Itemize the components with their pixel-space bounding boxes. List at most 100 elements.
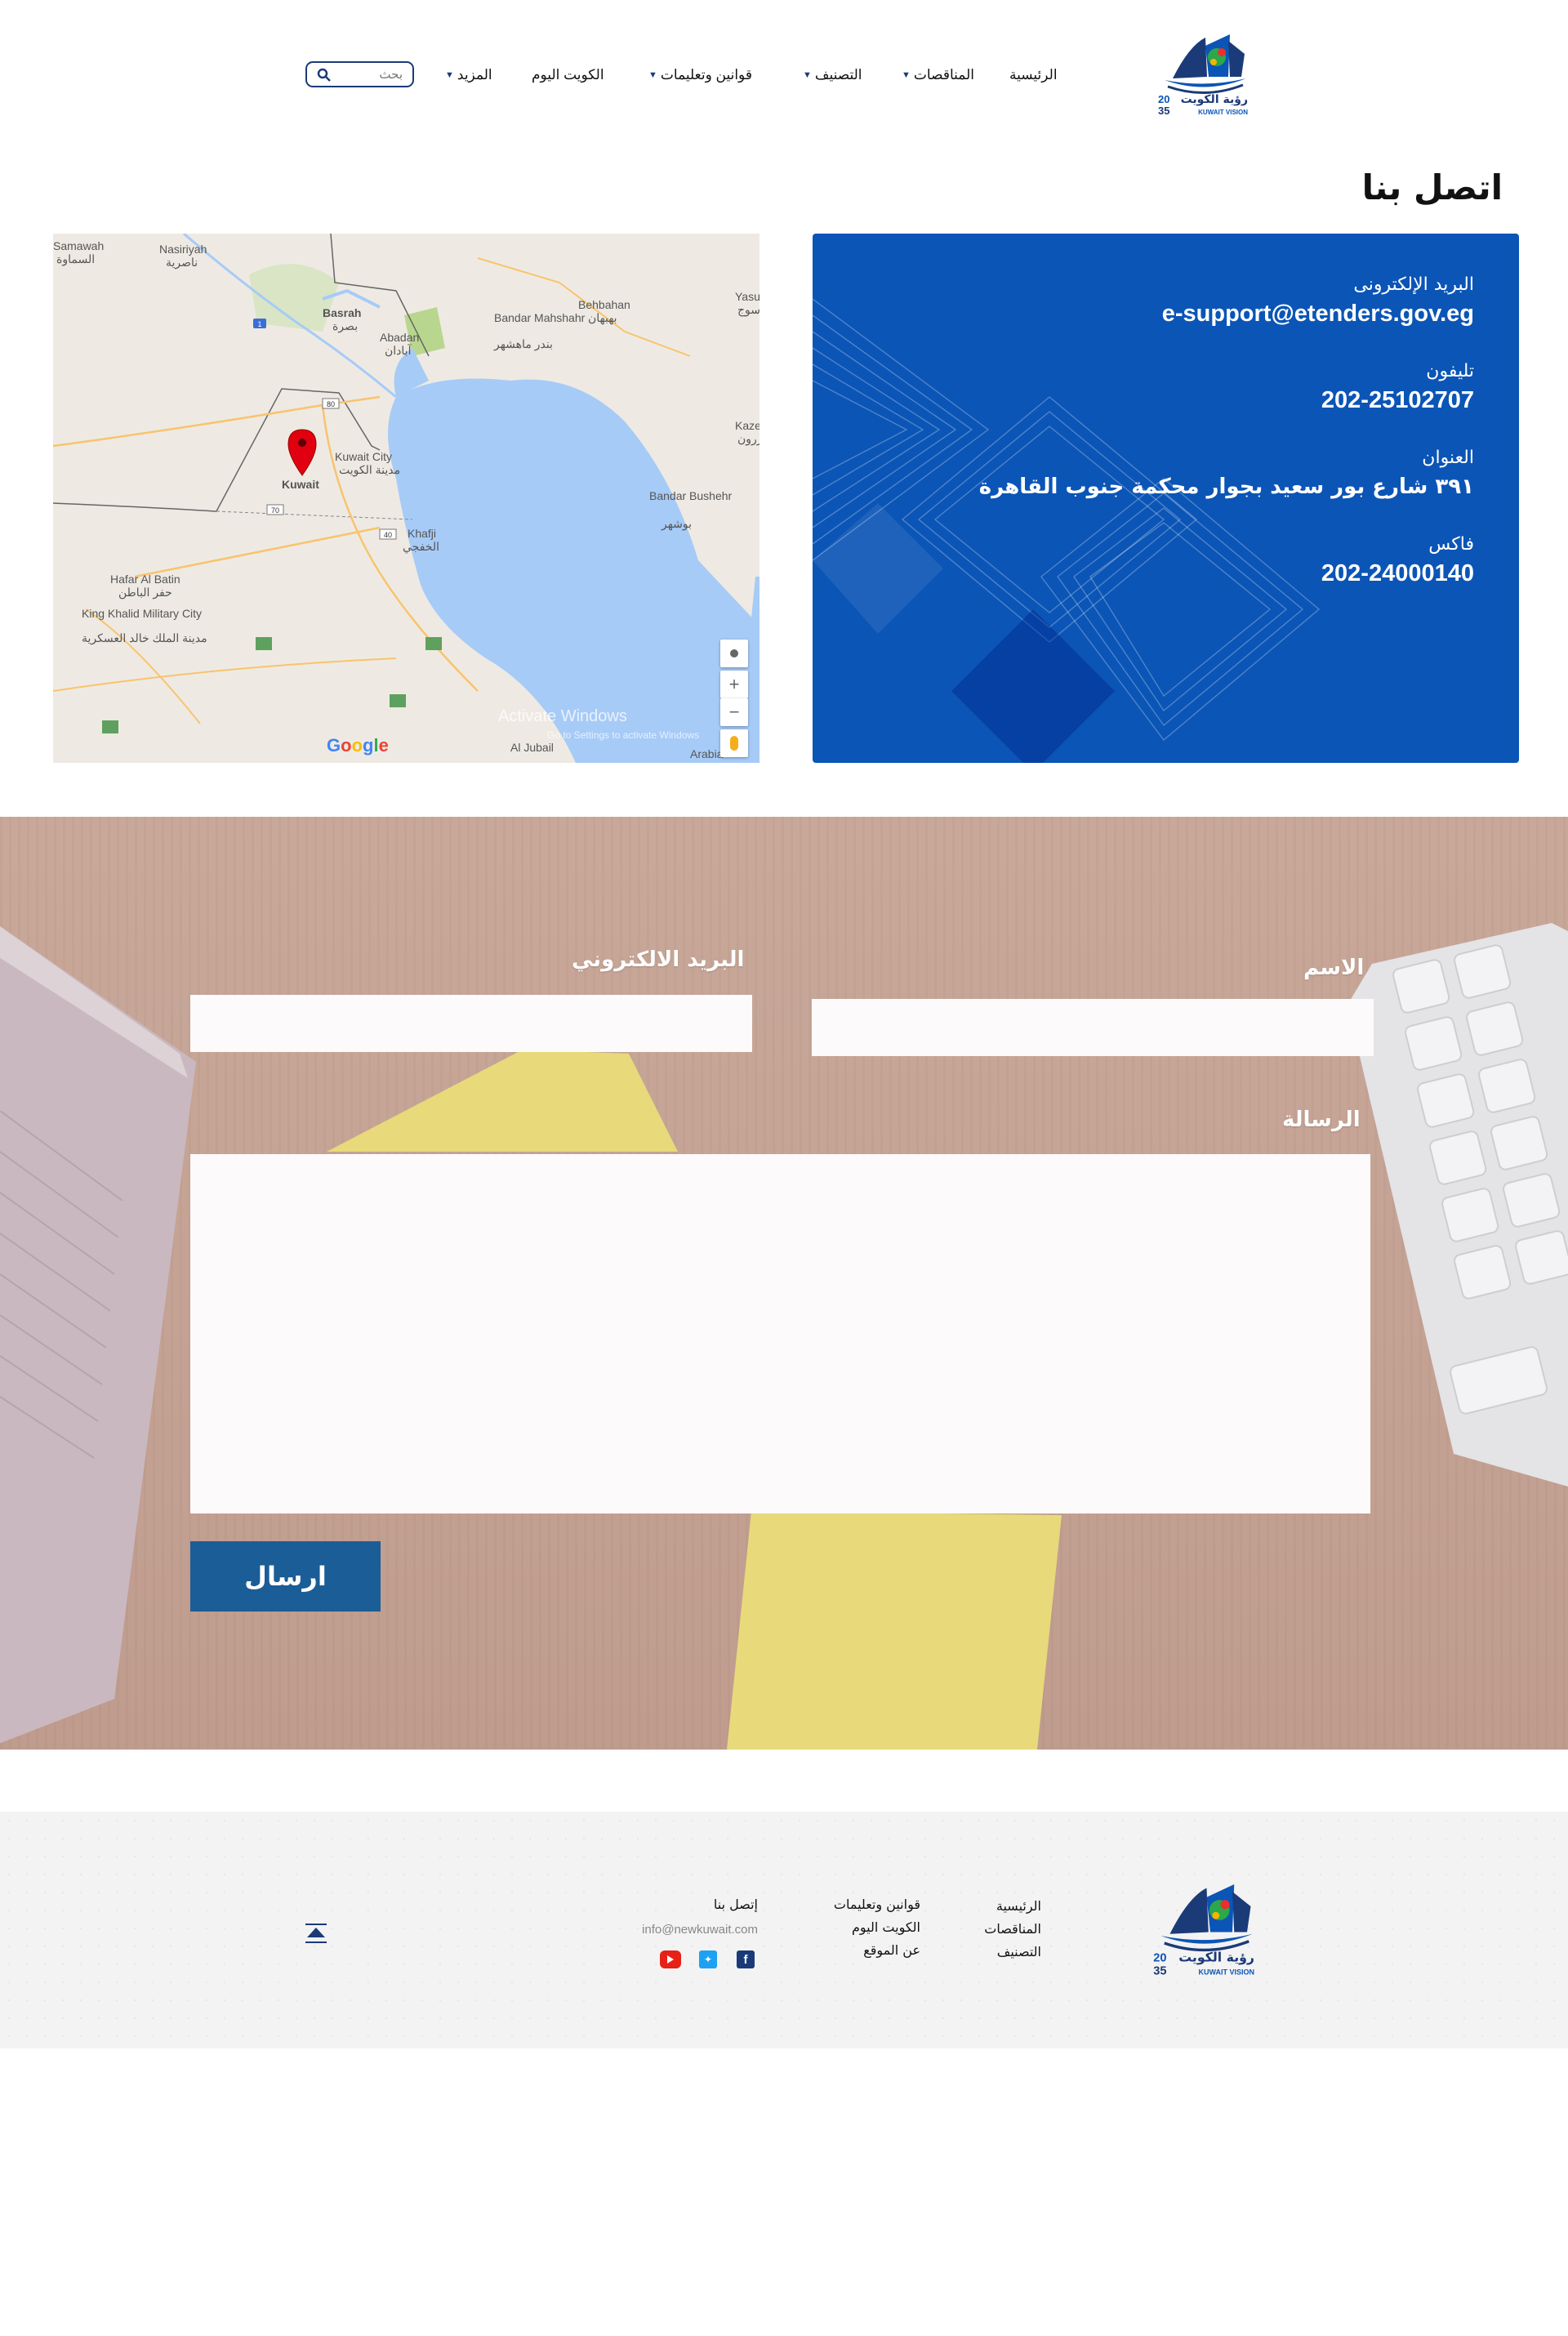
footer-link-tenders[interactable]: المناقصات xyxy=(984,1921,1041,1937)
nav-tenders-label: المناقصات xyxy=(913,67,974,82)
svg-text:Behbahan: Behbahan xyxy=(578,298,630,311)
zoom-in-button[interactable]: + xyxy=(720,671,748,698)
svg-text:ناصرية: ناصرية xyxy=(166,256,198,270)
svg-text:بوشهر: بوشهر xyxy=(661,517,692,531)
svg-text:Hafar Al Batin: Hafar Al Batin xyxy=(110,573,180,586)
activate-windows-watermark: Activate Windows xyxy=(498,707,627,725)
svg-text:یاسوج: یاسوج xyxy=(737,303,760,317)
address-value: ٣٩١ شارع بور سعيد بجوار محكمة جنوب القاه… xyxy=(978,475,1474,499)
site-header: 20 35 رؤية الكويت KUWAIT VISION الرئيسية… xyxy=(0,0,1568,147)
nav-laws-label: قوانين وتعليمات xyxy=(660,67,752,82)
phone-value[interactable]: 202-25102707 xyxy=(902,384,1474,417)
chevron-down-icon: ▼ xyxy=(803,70,812,80)
nav-laws[interactable]: قوانين وتعليمات ▼ xyxy=(648,61,752,89)
svg-text:Kaze: Kaze xyxy=(735,419,760,432)
nav-classification[interactable]: التصنيف ▼ xyxy=(803,61,862,89)
svg-text:آبادان: آبادان xyxy=(385,343,412,357)
email-value[interactable]: e-support@etenders.gov.eg xyxy=(902,297,1474,330)
phone-label: تليفون xyxy=(1426,361,1474,381)
svg-text:KUWAIT VISION: KUWAIT VISION xyxy=(1198,109,1248,116)
google-logo: Google xyxy=(327,735,389,756)
nav-home[interactable]: الرئيسية xyxy=(1009,61,1058,89)
footer-link-kuwait-today[interactable]: الكويت اليوم xyxy=(852,1919,920,1935)
svg-text:بندر ماهشهر: بندر ماهشهر xyxy=(493,337,553,351)
map-canvas[interactable]: Samawah السماوة Nasiriyah ناصرية Basrah … xyxy=(53,234,760,763)
nav-home-label: الرئيسية xyxy=(1009,67,1058,82)
svg-text:20: 20 xyxy=(1153,1952,1166,1965)
svg-text:Kuwait City: Kuwait City xyxy=(335,450,392,463)
search-input[interactable] xyxy=(331,65,404,83)
email-field-label: البريد الالكتروني xyxy=(572,947,745,972)
nav-classification-label: التصنيف xyxy=(814,67,862,82)
locate-icon[interactable] xyxy=(720,640,748,667)
svg-text:35: 35 xyxy=(1158,105,1169,117)
submit-button[interactable]: ارسال xyxy=(190,1541,381,1612)
svg-text:مدينة الكويت: مدينة الكويت xyxy=(339,463,400,477)
fax-value: 202-24000140 xyxy=(1321,560,1474,586)
nav-kuwait-today[interactable]: الكويت اليوم xyxy=(532,61,604,89)
footer-contact-label[interactable]: إتصل بنا xyxy=(714,1897,758,1912)
activate-windows-hint: Go to Settings to activate Windows xyxy=(547,729,700,741)
svg-text:Arabia: Arabia xyxy=(690,747,724,760)
svg-text:70: 70 xyxy=(271,506,279,515)
back-to-top-icon[interactable] xyxy=(302,1921,330,1946)
svg-text:رؤية الكويت: رؤية الكويت xyxy=(1178,1950,1254,1965)
footer-email[interactable]: info@newkuwait.com xyxy=(642,1923,758,1937)
svg-text:بصرة: بصرة xyxy=(332,319,358,333)
nav-tenders[interactable]: المناقصات ▼ xyxy=(902,61,974,89)
name-label: الاسم xyxy=(1303,956,1365,980)
youtube-icon[interactable] xyxy=(660,1950,681,1968)
svg-text:Kuwait: Kuwait xyxy=(282,478,319,491)
svg-text:Abadan: Abadan xyxy=(380,331,419,344)
contact-info-card: البريد الإلكترونى e-support@etenders.gov… xyxy=(813,234,1519,763)
chevron-down-icon: ▼ xyxy=(902,70,911,80)
facebook-icon[interactable]: f xyxy=(737,1950,755,1968)
search-icon[interactable] xyxy=(317,68,332,82)
svg-text:رؤية الكويت: رؤية الكويت xyxy=(1181,93,1248,106)
fax-label: فاكس xyxy=(1428,534,1474,555)
svg-text:بهبهان: بهبهان xyxy=(588,311,617,325)
page-title: اتصل بنا xyxy=(1361,167,1503,207)
site-footer: 20 35 رؤية الكويت KUWAIT VISION الرئيسية… xyxy=(0,1812,1568,2048)
nav-kuwait-today-label: الكويت اليوم xyxy=(532,67,604,82)
name-field[interactable] xyxy=(812,999,1374,1056)
footer-link-classification[interactable]: التصنيف xyxy=(997,1944,1041,1959)
chevron-down-icon: ▼ xyxy=(648,70,657,80)
footer-logo[interactable]: 20 35 رؤية الكويت KUWAIT VISION xyxy=(1152,1879,1262,1978)
nav-more[interactable]: المزيد ▼ xyxy=(445,61,492,89)
svg-text:Basrah: Basrah xyxy=(323,306,361,319)
search-box xyxy=(305,61,414,87)
twitter-icon[interactable]: ✦ xyxy=(699,1950,717,1968)
location-map[interactable]: Samawah السماوة Nasiriyah ناصرية Basrah … xyxy=(53,234,760,763)
svg-text:السماوة: السماوة xyxy=(56,252,95,266)
message-textarea[interactable] xyxy=(190,1154,1370,1513)
footer-link-about[interactable]: عن الموقع xyxy=(863,1942,920,1958)
svg-text:حفر الباطن: حفر الباطن xyxy=(118,586,172,600)
svg-text:40: 40 xyxy=(384,531,392,539)
svg-text:Nasiriyah: Nasiriyah xyxy=(159,243,207,256)
svg-text:35: 35 xyxy=(1153,1964,1166,1977)
nav-more-label: المزيد xyxy=(457,67,492,82)
svg-text:80: 80 xyxy=(327,400,335,408)
svg-text:الخفجي: الخفجي xyxy=(403,540,439,553)
email-field[interactable] xyxy=(190,995,752,1052)
svg-text:Khafji: Khafji xyxy=(408,527,436,540)
address-label: العنوان xyxy=(1422,448,1474,468)
svg-text:Bandar Mahshahr: Bandar Mahshahr xyxy=(494,311,586,324)
svg-text:KUWAIT VISION: KUWAIT VISION xyxy=(1198,1968,1254,1976)
svg-text:كازرون: كازرون xyxy=(737,432,760,446)
svg-text:20: 20 xyxy=(1158,93,1169,105)
chevron-down-icon: ▼ xyxy=(445,70,454,80)
kuwait-vision-logo[interactable]: 20 35 رؤية الكويت KUWAIT VISION xyxy=(1156,29,1254,118)
svg-text:Bandar Bushehr: Bandar Bushehr xyxy=(649,489,733,502)
svg-text:King Khalid Military City: King Khalid Military City xyxy=(82,607,202,620)
svg-text:Al Jubail: Al Jubail xyxy=(510,741,554,754)
contact-details: البريد الإلكترونى e-support@etenders.gov… xyxy=(902,273,1474,619)
footer-link-laws[interactable]: قوانين وتعليمات xyxy=(834,1897,920,1912)
zoom-out-button[interactable]: − xyxy=(720,698,748,726)
footer-link-home[interactable]: الرئيسية xyxy=(996,1898,1041,1914)
email-label: البريد الإلكترونى xyxy=(1353,274,1474,295)
street-view-pegman-icon[interactable] xyxy=(720,729,748,757)
message-label: الرسالة xyxy=(1282,1108,1361,1132)
svg-text:Samawah: Samawah xyxy=(53,239,104,252)
